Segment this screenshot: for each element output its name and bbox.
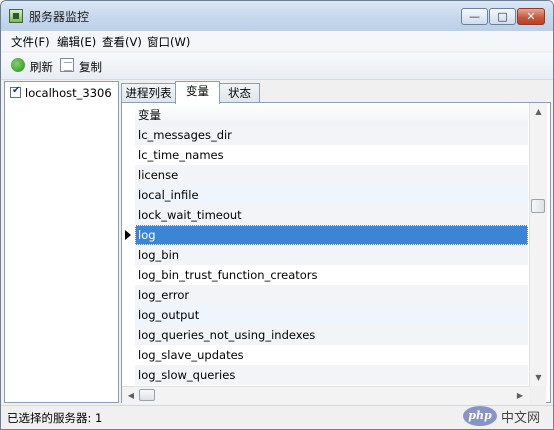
menu-file[interactable]: 文件(F): [11, 34, 50, 50]
menu-edit[interactable]: 编辑(E): [57, 34, 96, 50]
minimize-button[interactable]: —: [461, 8, 488, 25]
scroll-right-icon[interactable]: ▶: [513, 387, 527, 404]
column-header[interactable]: 变量: [135, 103, 528, 126]
table-row[interactable]: log_slave_updates: [135, 345, 528, 365]
table-row[interactable]: log: [135, 225, 528, 245]
refresh-button[interactable]: 刷新: [11, 57, 55, 75]
server-list-panel: ✔ localhost_3306: [4, 81, 119, 403]
variable-name-cell: license: [138, 168, 179, 182]
window-title: 服务器监控: [29, 10, 90, 24]
title-bar[interactable]: 服务器监控 — □ ✕: [1, 1, 553, 31]
status-text: 已选择的服务器: 1: [7, 411, 103, 425]
variable-name-cell: log_slave_updates: [138, 348, 244, 362]
table-row[interactable]: license: [135, 165, 528, 185]
server-checkbox[interactable]: ✔: [10, 85, 21, 98]
variable-name-cell: log_output: [138, 308, 200, 322]
variable-name-cell: log_queries_not_using_indexes: [138, 328, 316, 342]
table-row[interactable]: log_bin_trust_function_creators: [135, 265, 528, 285]
table-row[interactable]: log_slow_queries: [135, 365, 528, 385]
vertical-scroll-thumb[interactable]: [531, 199, 545, 213]
variable-name-cell: log_bin_trust_function_creators: [138, 268, 318, 282]
variable-name-cell: log_bin: [138, 248, 180, 262]
tab-process-list[interactable]: 进程列表: [121, 83, 176, 103]
copy-label: 复制: [79, 60, 102, 74]
watermark-badge: php: [463, 406, 497, 426]
table-row[interactable]: log_queries_not_using_indexes: [135, 325, 528, 345]
table-row[interactable]: log_output: [135, 305, 528, 325]
variables-grid: 变量 lc_messages_dir lc_time_nameslicense lo…: [121, 102, 551, 404]
table-row[interactable]: lc_messages_dir: [135, 125, 528, 145]
current-row-pointer-icon: [125, 230, 131, 240]
menu-bar: 文件(F) 编辑(E) 查看(V) 窗口(W): [1, 31, 553, 51]
row-gutter: [122, 103, 135, 386]
variable-name-cell: lc_messages_dir: [138, 128, 232, 142]
scroll-left-icon[interactable]: ◀: [124, 387, 138, 404]
tab-variables[interactable]: 变量: [175, 81, 220, 104]
close-button[interactable]: ✕: [517, 8, 545, 25]
copy-icon: [60, 58, 74, 72]
tab-status[interactable]: 状态: [219, 83, 260, 103]
maximize-button[interactable]: □: [489, 8, 516, 25]
variable-name-cell: log: [138, 228, 156, 242]
table-row[interactable]: local_infile: [135, 185, 528, 205]
copy-button[interactable]: 复制: [60, 57, 104, 75]
horizontal-scrollbar[interactable]: ◀ ▶: [122, 386, 529, 404]
check-icon: ✔: [12, 85, 21, 96]
variable-name-cell: lc_time_names: [138, 148, 224, 162]
variable-name-cell: local_infile: [138, 188, 199, 202]
tab-strip: 进程列表 变量 状态: [121, 81, 551, 104]
variable-name-cell: log_error: [138, 288, 190, 302]
server-monitor-window: 服务器监控 — □ ✕ 文件(F) 编辑(E) 查看(V) 窗口(W) 刷新 复…: [0, 0, 554, 430]
variable-name-cell: log_slow_queries: [138, 368, 236, 382]
refresh-label: 刷新: [30, 60, 53, 74]
variable-name-cell: lock_wait_timeout: [138, 208, 242, 222]
scroll-down-icon[interactable]: ▼: [530, 369, 547, 386]
vertical-scrollbar[interactable]: ▲ ▼: [529, 103, 547, 386]
table-row[interactable]: lock_wait_timeout: [135, 205, 528, 225]
table-row[interactable]: lc_time_names: [135, 145, 528, 165]
refresh-icon: [11, 58, 25, 72]
horizontal-scroll-thumb[interactable]: [139, 389, 155, 401]
scroll-up-icon[interactable]: ▲: [530, 103, 547, 120]
watermark-text: 中文网: [501, 411, 541, 426]
table-row[interactable]: log_bin: [135, 245, 528, 265]
watermark: php 中文网: [463, 404, 553, 428]
server-label: localhost_3306: [25, 86, 112, 100]
menu-view[interactable]: 查看(V): [102, 34, 142, 50]
column-header-label: 变量: [138, 108, 161, 122]
table-row[interactable]: log_error: [135, 285, 528, 305]
menu-window[interactable]: 窗口(W): [147, 34, 190, 50]
toolbar: 刷新 复制: [1, 53, 553, 80]
app-monitor-icon: [9, 9, 23, 23]
scrollbar-corner: [529, 386, 546, 403]
